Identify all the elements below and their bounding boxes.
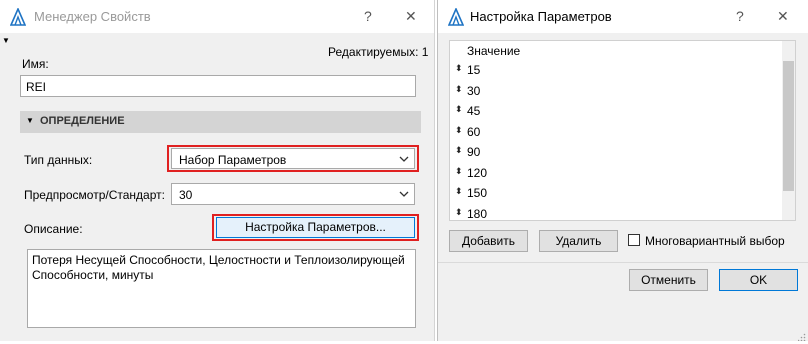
list-header: Значение [467, 44, 521, 58]
values-list[interactable]: Значение ⬍ 15 ⬍ 30 ⬍ 45 ⬍ 60 ⬍ 90 ⬍ 120 ⬍ 150 ⬍ 180 [449, 40, 796, 221]
parameters-setup-button[interactable]: Настройка Параметров... [216, 217, 415, 238]
drag-handle-icon[interactable]: ⬍ [455, 186, 463, 197]
scrollbar-thumb[interactable] [783, 61, 794, 191]
archicad-logo-icon [448, 8, 464, 26]
description-label: Описание: [24, 222, 83, 236]
ok-button-label: OK [749, 273, 768, 287]
parameters-setup-window: Настройка Параметров ? ✕ Значение ⬍ 15 ⬍ 30… [437, 0, 808, 342]
preview-select[interactable]: 30 [171, 183, 415, 205]
list-item[interactable]: ⬍ 120 [450, 162, 780, 183]
drag-handle-icon[interactable]: ⬍ [455, 104, 463, 115]
multivariant-label: Многовариантный выбор [645, 234, 785, 248]
window-title: Менеджер Свойств [34, 9, 151, 24]
list-item[interactable]: ⬍ 30 [450, 80, 780, 101]
list-item[interactable]: ⬍ 90 [450, 141, 780, 162]
definition-section-header[interactable]: ▼ ОПРЕДЕЛЕНИЕ [20, 111, 421, 133]
cancel-button-label: Отменить [641, 273, 696, 287]
name-label: Имя: [22, 57, 49, 71]
data-type-value: Набор Параметров [179, 153, 287, 167]
scrollbar-track[interactable] [782, 41, 795, 220]
section-title: ОПРЕДЕЛЕНИЕ [40, 115, 125, 127]
divider [438, 262, 808, 263]
help-button[interactable]: ? [364, 8, 372, 24]
list-item-value: 30 [467, 83, 481, 98]
multivariant-checkbox[interactable] [628, 234, 640, 246]
data-type-label: Тип данных: [24, 153, 93, 167]
close-button[interactable]: ✕ [777, 8, 789, 25]
drag-handle-icon[interactable]: ⬍ [455, 125, 463, 136]
preview-value: 30 [179, 188, 193, 202]
window-title: Настройка Параметров [470, 9, 612, 24]
list-item[interactable]: ⬍ 150 [450, 182, 780, 203]
title-bar[interactable]: Настройка Параметров ? ✕ [438, 0, 808, 33]
drag-handle-icon[interactable]: ⬍ [455, 84, 463, 95]
list-item-value: 15 [467, 63, 481, 77]
list-item[interactable]: ⬍ 45 [450, 100, 780, 121]
expand-triangle-icon: ▼ [26, 116, 34, 125]
property-manager-window: Менеджер Свойств ? ✕ ▼ Редактируемых: 1 … [0, 0, 435, 341]
cancel-button[interactable]: Отменить [629, 269, 708, 291]
list-item[interactable]: ⬍ 60 [450, 121, 780, 142]
add-button[interactable]: Добавить [449, 230, 528, 252]
drag-handle-icon[interactable]: ⬍ [455, 63, 463, 74]
collapse-arrow-icon[interactable]: ▼ [2, 36, 10, 45]
close-button[interactable]: ✕ [405, 8, 417, 25]
list-item[interactable]: ⬍ 180 [450, 203, 780, 221]
delete-button-label: Удалить [555, 234, 602, 248]
list-item-value: 90 [467, 145, 481, 159]
name-field[interactable]: REI [20, 75, 416, 97]
drag-handle-icon[interactable]: ⬍ [455, 207, 463, 218]
name-field-value: REI [26, 80, 47, 94]
list-item-value: 60 [467, 124, 481, 139]
editing-count: Редактируемых: 1 [328, 45, 429, 59]
chevron-down-icon [399, 156, 409, 162]
drag-handle-icon[interactable]: ⬍ [455, 166, 463, 177]
delete-button[interactable]: Удалить [539, 230, 618, 252]
archicad-logo-icon [10, 8, 26, 26]
title-bar[interactable]: Менеджер Свойств ? ✕ [0, 0, 434, 33]
description-text: Потеря Несущей Способности, Целостности … [32, 253, 405, 282]
resize-grip-icon[interactable] [797, 330, 806, 342]
values-rows: ⬍ 15 ⬍ 30 ⬍ 45 ⬍ 60 ⬍ 90 ⬍ 120 ⬍ 150 ⬍ 180 [450, 59, 780, 221]
description-textarea[interactable]: Потеря Несущей Способности, Целостности … [27, 249, 416, 328]
chevron-down-icon [399, 191, 409, 197]
help-button[interactable]: ? [736, 8, 744, 24]
drag-handle-icon[interactable]: ⬍ [455, 145, 463, 156]
parameters-setup-button-label: Настройка Параметров... [245, 220, 386, 234]
ok-button[interactable]: OK [719, 269, 798, 291]
add-button-label: Добавить [461, 234, 516, 248]
preview-label: Предпросмотр/Стандарт: [24, 188, 165, 202]
list-item-value: 180 [467, 206, 488, 221]
list-item-value: 120 [467, 165, 488, 180]
list-item[interactable]: ⬍ 15 [450, 59, 780, 80]
data-type-select[interactable]: Набор Параметров [171, 148, 415, 169]
list-item-value: 45 [467, 104, 481, 118]
list-item-value: 150 [467, 186, 488, 200]
